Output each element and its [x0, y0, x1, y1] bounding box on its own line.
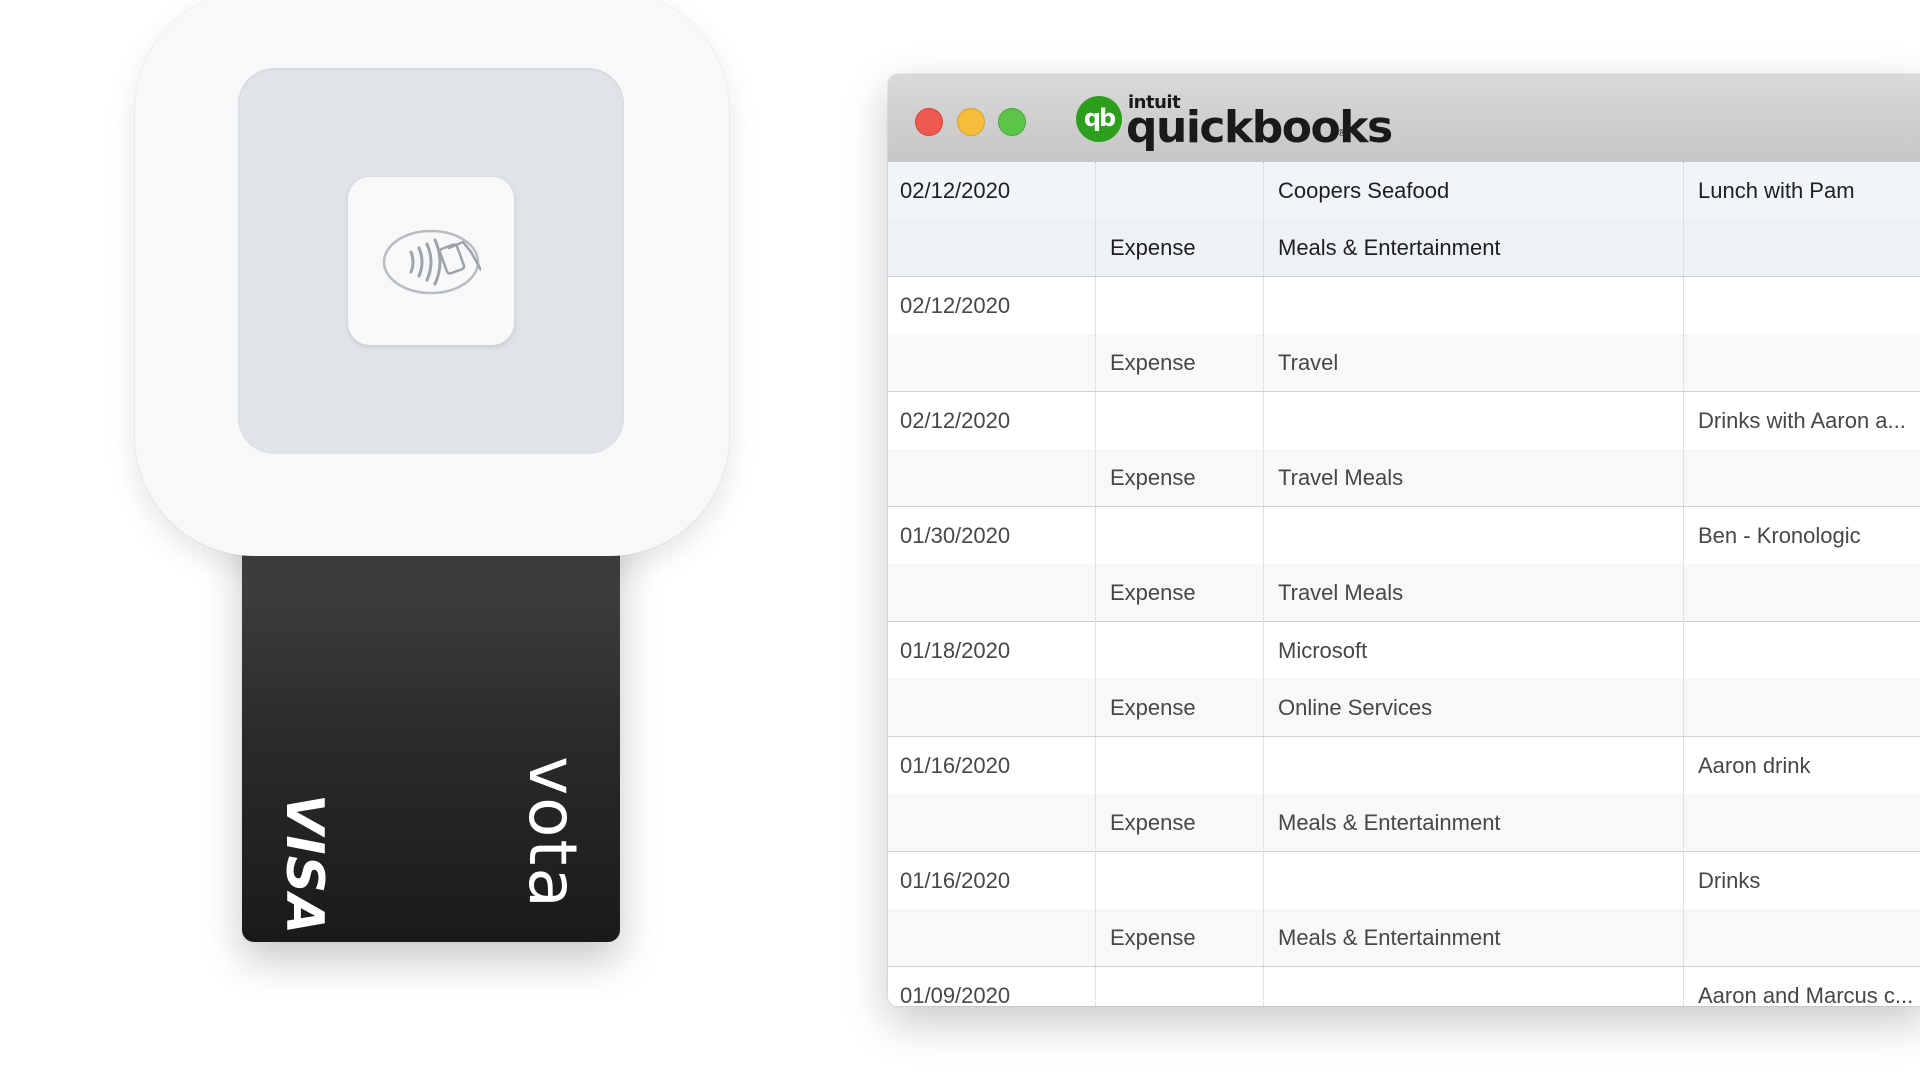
column-divider: [1095, 162, 1096, 1006]
transaction-date: 01/30/2020: [900, 523, 1011, 548]
transaction-payee: Coopers Seafood: [1278, 178, 1450, 203]
transaction-memo: Ben - Kronologic: [1698, 523, 1861, 548]
table-row[interactable]: 01/30/2020 Ben - Kronologic: [888, 507, 1920, 564]
transaction-category: Travel Meals: [1278, 580, 1404, 605]
transaction-category: Travel Meals: [1278, 465, 1404, 490]
table-row[interactable]: 02/12/2020 Drinks with Aaron a...: [888, 392, 1920, 449]
table-row-detail[interactable]: Expense Meals & Entertainment: [888, 909, 1920, 967]
transaction-type: Expense: [1110, 695, 1196, 720]
contactless-icon: [382, 229, 481, 295]
logo-registered-mark: ®: [1338, 128, 1346, 139]
transaction-payee: [1278, 967, 1688, 1006]
transaction-type: Expense: [1110, 925, 1196, 950]
transaction-date: 01/18/2020: [900, 638, 1011, 663]
table-row[interactable]: 02/12/2020 Coopers Seafood Lunch with Pa…: [888, 162, 1920, 219]
table-row-detail[interactable]: Expense Travel: [888, 334, 1920, 392]
transaction-date: 01/16/2020: [900, 753, 1011, 778]
table-row[interactable]: 01/16/2020 Aaron drink: [888, 737, 1920, 794]
transaction-category: Meals & Entertainment: [1278, 235, 1501, 260]
transaction-date: 02/12/2020: [900, 178, 1011, 203]
window-close-button[interactable]: [915, 108, 943, 136]
table-row[interactable]: 01/18/2020 Microsoft: [888, 622, 1920, 679]
transaction-date: 01/16/2020: [900, 868, 1011, 893]
card-reader-illustration: VISA vota: [0, 0, 860, 1080]
transaction-category: Meals & Entertainment: [1278, 810, 1501, 835]
window-maximize-button[interactable]: [998, 108, 1026, 136]
table-row[interactable]: 01/16/2020 Drinks: [888, 852, 1920, 909]
transaction-payee: [1278, 507, 1688, 564]
table-row-detail[interactable]: Expense Travel Meals: [888, 449, 1920, 507]
transaction-memo: [1698, 622, 1920, 679]
transaction-memo: Lunch with Pam: [1698, 178, 1855, 203]
table-row-detail[interactable]: Expense Travel Meals: [888, 564, 1920, 622]
table-row[interactable]: 01/09/2020 Aaron and Marcus c...: [888, 967, 1920, 1006]
transaction-category: Travel: [1278, 350, 1339, 375]
column-divider: [1683, 162, 1684, 1006]
column-divider: [1263, 162, 1264, 1006]
transaction-payee: [1278, 737, 1688, 794]
transaction-date: 02/12/2020: [900, 293, 1011, 318]
transaction-category: Online Services: [1278, 695, 1433, 720]
table-row-detail[interactable]: Expense Online Services: [888, 679, 1920, 737]
window-titlebar: qb intuit quickbooks ®: [888, 74, 1920, 163]
quickbooks-window: qb intuit quickbooks ® 02/12/2020 Cooper…: [888, 74, 1920, 1006]
table-row-detail[interactable]: Expense Meals & Entertainment: [888, 219, 1920, 277]
transaction-payee: Microsoft: [1278, 638, 1368, 663]
transaction-type: Expense: [1110, 465, 1196, 490]
transaction-memo: Drinks with Aaron a...: [1698, 408, 1906, 433]
transactions-table: 02/12/2020 Coopers Seafood Lunch with Pa…: [888, 162, 1920, 1006]
transaction-type: Expense: [1110, 810, 1196, 835]
card-network-label: VISA: [274, 794, 334, 936]
transaction-payee: [1278, 392, 1688, 449]
card-brand-label: vota: [514, 756, 591, 910]
quickbooks-logo-icon: qb: [1076, 96, 1122, 142]
transaction-payee: [1278, 852, 1688, 909]
contactless-pad: [348, 177, 514, 345]
transaction-type: Expense: [1110, 235, 1196, 260]
transaction-type: Expense: [1110, 350, 1196, 375]
transaction-date: 02/12/2020: [900, 408, 1011, 433]
transaction-memo: Aaron and Marcus c...: [1698, 983, 1914, 1006]
transaction-type: Expense: [1110, 580, 1196, 605]
transaction-memo: Drinks: [1698, 868, 1761, 893]
logo-quickbooks-text: quickbooks: [1126, 102, 1393, 153]
transaction-memo: Aaron drink: [1698, 753, 1811, 778]
transaction-memo: [1698, 277, 1920, 334]
transaction-date: 01/09/2020: [900, 983, 1011, 1006]
transaction-category: Meals & Entertainment: [1278, 925, 1501, 950]
table-row-detail[interactable]: Expense Meals & Entertainment: [888, 794, 1920, 852]
window-minimize-button[interactable]: [957, 108, 985, 136]
transaction-payee: [1278, 277, 1688, 334]
table-row[interactable]: 02/12/2020: [888, 277, 1920, 334]
